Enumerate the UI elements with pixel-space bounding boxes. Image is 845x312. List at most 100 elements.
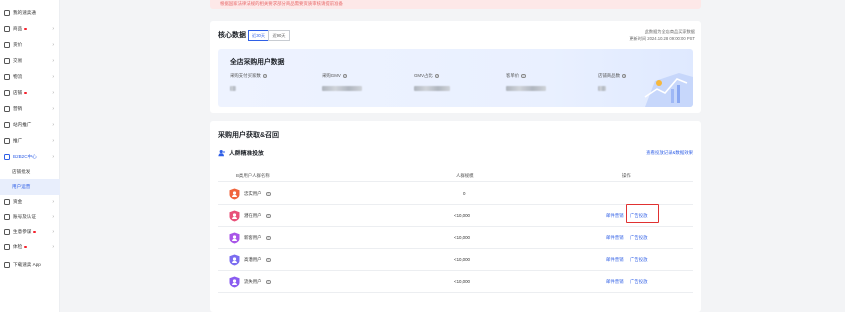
sidebar-item-label: 生意参谋: [13, 229, 32, 234]
metric-paying-buyers: 采购支付买家数?: [230, 73, 268, 91]
sidebar-item-2[interactable]: 货价 ›: [0, 37, 60, 53]
menu-icon: [4, 214, 10, 220]
sidebar-item-4[interactable]: 物流 ›: [0, 69, 60, 85]
info-icon[interactable]: ?: [266, 279, 271, 284]
sidebar-item-0[interactable]: 我的速卖通: [0, 5, 60, 21]
sidebar-item-9[interactable]: B2B2C中心 ›: [0, 149, 60, 165]
menu-icon: [4, 262, 10, 268]
sidebar-item-label: 站内推广: [13, 122, 32, 127]
sidebar-item-13[interactable]: 账号及认证 ›: [0, 209, 60, 225]
blurred-value: [230, 86, 236, 91]
stats-panel-title: 全店采购用户数据: [230, 59, 285, 66]
metric-label: 采购支付买家数: [230, 73, 261, 78]
sidebar: 我的速卖通 商品 › 货价 › 交易 › 物流 › 店铺 › 营销 › 站内推广 › 推广 › B2B2C中心 › 店…: [0, 0, 60, 312]
info-icon[interactable]: ?: [266, 191, 271, 196]
range-90d-button[interactable]: 近90天: [268, 30, 290, 41]
table-header: B类用户人群名称 人群规模 操作: [218, 170, 693, 182]
info-icon[interactable]: ?: [621, 73, 627, 79]
sidebar-item-15[interactable]: 体检 ›: [0, 239, 60, 255]
info-icon[interactable]: ?: [266, 235, 271, 240]
sidebar-item-label: 交易: [13, 58, 23, 63]
metric-label: 店铺商品数: [598, 73, 620, 78]
precise-targeting-label: 人群精准投放: [229, 151, 264, 157]
chevron-icon: ›: [52, 74, 54, 80]
ad-placement-link[interactable]: 广告投放: [630, 279, 648, 285]
info-icon[interactable]: ?: [262, 73, 268, 79]
sidebar-item-label: 我的速卖通: [13, 10, 36, 15]
view-records-link[interactable]: 查看投放记录&数据效果: [646, 150, 693, 156]
chevron-icon: ›: [52, 214, 54, 220]
segment-badge-icon: [229, 188, 240, 200]
segment-size: 0: [463, 191, 466, 196]
users-icon: [218, 149, 226, 156]
sidebar-item-label: 货价: [13, 42, 23, 47]
segment-name: 忠实用户: [244, 191, 262, 196]
core-data-card: 核心数据 近30天 近90天 此数据为全店商品买家数据 更新时间 2024.10…: [210, 21, 701, 113]
sidebar-item-3[interactable]: 交易 ›: [0, 53, 60, 69]
sidebar-item-8[interactable]: 推广 ›: [0, 133, 60, 149]
banner-text: 根据国家法律法规的相关要求部分商品需要资质审核请提前准备: [220, 1, 343, 6]
metric-avg-order-value: 客单价?: [506, 73, 546, 91]
acquisition-title: 采购用户获取&召回: [218, 132, 280, 139]
menu-icon: [4, 58, 10, 64]
sidebar-item-16[interactable]: 下载速卖 App: [0, 257, 60, 273]
sidebar-item-label: 账号及认证: [13, 214, 36, 219]
info-icon[interactable]: ?: [266, 257, 271, 262]
sidebar-item-label: 下载速卖 App: [13, 262, 41, 267]
menu-icon: [4, 26, 10, 32]
sidebar-item-11[interactable]: 用户运营: [0, 179, 60, 195]
email-marketing-link[interactable]: 邮件营销: [606, 213, 624, 219]
chevron-icon: ›: [52, 90, 54, 96]
metric-gmv: 采购GMV?: [322, 73, 362, 91]
highlight-box: [626, 204, 659, 223]
notification-dot: [24, 91, 27, 95]
column-header-size: 人群规模: [456, 173, 474, 178]
menu-icon: [4, 199, 10, 205]
sidebar-item-1[interactable]: 商品 ›: [0, 21, 60, 37]
info-icon[interactable]: ?: [266, 213, 271, 218]
sidebar-item-label: B2B2C中心: [13, 154, 37, 159]
notification-dot: [24, 27, 27, 31]
core-data-title: 核心数据: [218, 32, 246, 39]
sidebar-item-10[interactable]: 店铺批发: [0, 164, 60, 180]
sidebar-item-label: 体检: [13, 244, 23, 249]
ad-placement-link[interactable]: 广告投放: [630, 235, 648, 241]
menu-icon: [4, 90, 10, 96]
sidebar-item-label: 用户运营: [12, 184, 31, 189]
notification-dot: [33, 230, 36, 234]
chevron-icon: ›: [52, 244, 54, 250]
sidebar-item-label: 商品: [13, 26, 23, 31]
sidebar-item-12[interactable]: 资金 ›: [0, 194, 60, 210]
segment-badge-icon: [229, 232, 240, 244]
sidebar-item-7[interactable]: 站内推广 ›: [0, 117, 60, 133]
email-marketing-link[interactable]: 邮件营销: [606, 235, 624, 241]
range-30d-button[interactable]: 近30天: [248, 30, 270, 41]
sidebar-item-6[interactable]: 营销 ›: [0, 101, 60, 117]
notification-dot: [24, 245, 27, 249]
sidebar-item-14[interactable]: 生意参谋 ›: [0, 224, 60, 240]
menu-icon: [4, 74, 10, 80]
table-row: 新客用户? <10,000 邮件营销 广告投放: [218, 227, 693, 249]
info-icon[interactable]: ?: [342, 73, 348, 79]
info-icon[interactable]: ?: [434, 73, 440, 79]
email-marketing-link[interactable]: 邮件营销: [606, 257, 624, 263]
sidebar-item-label: 物流: [13, 74, 23, 79]
segment-name: 流失用户: [244, 279, 262, 284]
metric-gmv-share: GMV占比?: [414, 73, 452, 91]
metric-product-count: 店铺商品数?: [598, 73, 636, 91]
ad-placement-link[interactable]: 广告投放: [630, 257, 648, 263]
chevron-icon: ›: [52, 42, 54, 48]
info-icon[interactable]: ?: [521, 73, 526, 79]
segment-badge-icon: [229, 210, 240, 222]
table-row: 忠实用户? 0: [218, 183, 693, 205]
chart-illustration-icon: [644, 73, 693, 107]
column-header-segment: B类用户人群名称: [236, 173, 270, 178]
blurred-value: [414, 86, 450, 91]
sidebar-item-5[interactable]: 店铺 ›: [0, 85, 60, 101]
segment-size: <10,000: [454, 213, 470, 218]
sidebar-item-label: 资金: [13, 199, 23, 204]
chevron-icon: ›: [52, 58, 54, 64]
email-marketing-link[interactable]: 邮件营销: [606, 279, 624, 285]
segment-name: 高潜用户: [244, 257, 262, 262]
blurred-value: [322, 86, 362, 91]
